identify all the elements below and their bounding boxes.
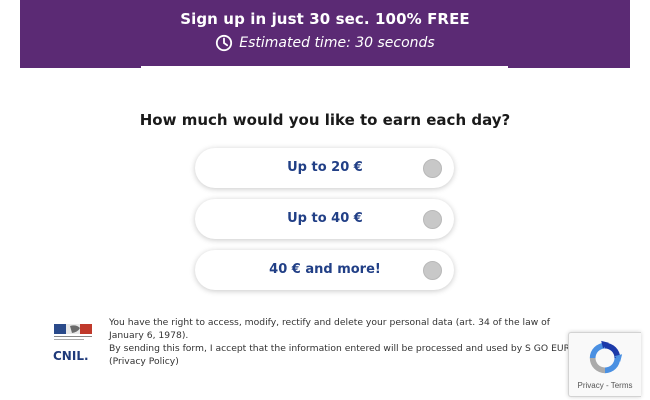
option-40-and-more[interactable]: 40 € and more!	[195, 250, 454, 290]
earnings-question: How much would you like to earn each day…	[139, 111, 511, 129]
option-up-to-20[interactable]: Up to 20 €	[195, 148, 454, 188]
option-label: Up to 40 €	[287, 211, 363, 226]
recaptcha-icon	[589, 340, 623, 374]
legal-line-2: By sending this form, I accept that the …	[109, 343, 579, 367]
cnil-logo-text: CNIL.	[53, 349, 89, 363]
recaptcha-privacy-link[interactable]: Privacy	[578, 381, 604, 390]
recaptcha-badge[interactable]: Privacy - Terms	[568, 332, 641, 397]
option-label: 40 € and more!	[269, 262, 381, 277]
recaptcha-links: Privacy - Terms	[569, 381, 641, 390]
option-up-to-40[interactable]: Up to 40 €	[195, 199, 454, 239]
banner-subtitle: Estimated time: 30 seconds	[239, 35, 435, 51]
banner-title: Sign up in just 30 sec. 100% FREE	[180, 10, 470, 28]
legal-line-1: You have the right to access, modify, re…	[109, 317, 550, 341]
signup-banner: Sign up in just 30 sec. 100% FREE Estima…	[20, 0, 630, 68]
banner-subtitle-row: Estimated time: 30 seconds	[20, 34, 630, 52]
radio-indicator[interactable]	[423, 159, 442, 178]
recaptcha-terms-link[interactable]: Terms	[611, 381, 633, 390]
radio-indicator[interactable]	[423, 210, 442, 229]
legal-notice: You have the right to access, modify, re…	[109, 316, 579, 368]
clock-icon	[216, 34, 233, 52]
option-label: Up to 20 €	[287, 160, 363, 175]
recaptcha-separator: -	[603, 381, 611, 390]
cnil-logo: CNIL.	[53, 324, 92, 363]
radio-indicator[interactable]	[423, 261, 442, 280]
banner-underline	[141, 66, 508, 68]
